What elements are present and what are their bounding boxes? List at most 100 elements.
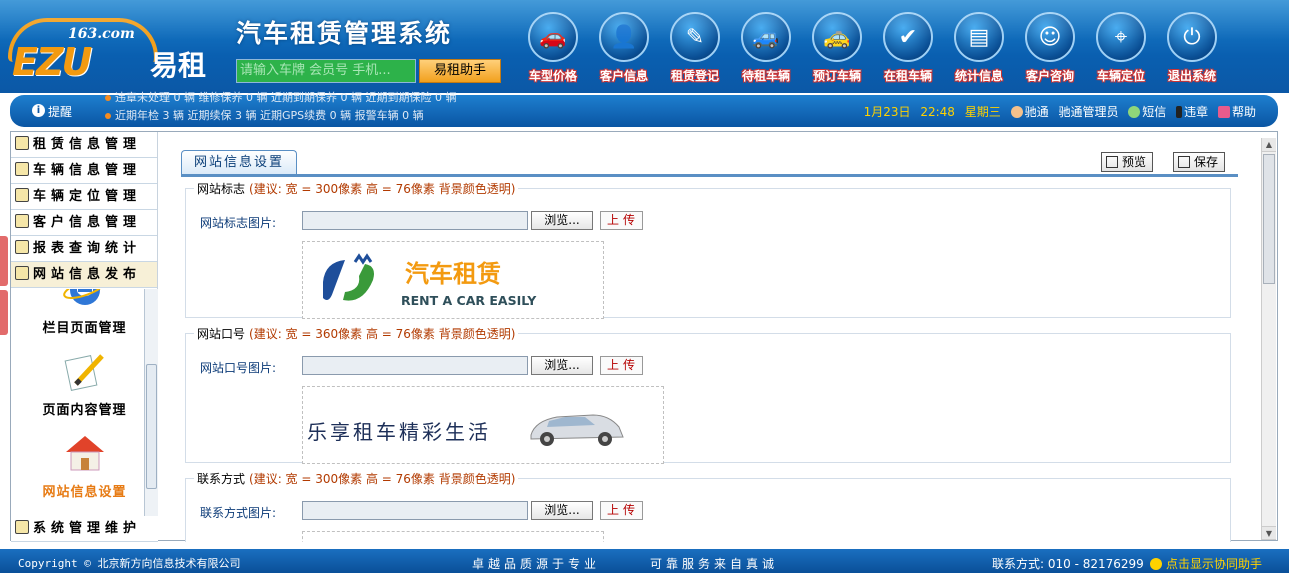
nav-label: 租赁登记 [670,69,719,83]
upload-button[interactable]: 上传 [600,356,643,375]
scrollbar-thumb[interactable] [146,364,157,489]
browse-button[interactable]: 浏览... [531,356,593,375]
folder-icon [15,240,29,254]
nav-car-price[interactable]: 🚗 车型价格 [520,12,586,87]
section-title: 网站口号 (建议: 宽 = 360像素 高 = 76像素 背景颜色透明) [197,327,516,341]
preview-button[interactable]: 预览 [1101,152,1154,172]
svg-text:RENT A CAR EASILY: RENT A CAR EASILY [401,293,537,308]
nav-label: 在租车辆 [883,69,932,83]
help-icon [1217,106,1230,118]
scrollbar-thumb[interactable] [1263,154,1275,284]
nav-consult[interactable]: ☺ 客户咨询 [1017,12,1083,87]
save-button[interactable]: 保存 [1173,152,1226,172]
section-title: 网站标志 (建议: 宽 = 300像素 高 = 76像素 背景颜色透明) [197,182,516,196]
sub-item-label: 网站信息设置 [42,485,127,500]
nav-label: 客户信息 [599,69,648,83]
weekday-label: 星期三 [964,105,1001,119]
slogan-image: 乐享租车精彩生活 [307,414,624,446]
nav-car-locate[interactable]: ⌖ 车辆定位 [1088,12,1154,87]
tab-underline [181,174,1238,177]
sidebar-item-website[interactable]: 网站信息发布 [11,262,157,288]
notice-line-2: 近期年检 3 辆 近期续保 3 辆 近期GPS续费 0 辆 报警车辆 0 辆 [115,109,424,122]
logo-brand: EZU [12,40,92,84]
status-area: 1月23日 22:48 星期三 驰通 驰通管理员 短信 违章 帮助 [858,103,1256,120]
nav-exit[interactable]: ⏻ 退出系统 [1159,12,1225,87]
edit-document-icon [64,354,104,391]
scroll-up-icon[interactable]: ▲ [1262,138,1276,152]
nav-car-rented[interactable]: ✔ 在租车辆 [875,12,941,87]
sidebar-item-rental[interactable]: 租赁信息管理 [11,132,157,158]
upload-button[interactable]: 上传 [600,211,643,230]
user-name: 驰通管理员 [1058,105,1119,119]
violation-link[interactable]: 违章 [1176,105,1208,119]
nav-label: 预订车辆 [812,69,861,83]
logo-domain: 163.com [68,26,135,42]
folder-icon [15,162,29,176]
sub-menu-panel: 栏目页面管理 页面内容管理 网站信息设置 [11,289,158,517]
slogan-preview: 乐享租车精彩生活 [302,386,664,464]
folder-icon [15,214,29,228]
consult-icon: ☺ [1025,12,1075,62]
nav-label: 客户咨询 [1025,69,1074,83]
nav-label: 车型价格 [528,69,577,83]
help-link[interactable]: 帮助 [1217,105,1256,119]
slogan-file-input[interactable] [302,356,528,375]
browse-button[interactable]: 浏览... [531,501,593,520]
upload-button[interactable]: 上传 [600,501,643,520]
side-collapse-tab[interactable] [0,236,8,286]
copyright: Copyright © 北京新方向信息技术有限公司 [18,557,241,570]
nav-label: 退出系统 [1167,69,1216,83]
search-input[interactable]: 请输入车牌 会员号 手机... [236,59,416,83]
side-collapse-tab[interactable] [0,290,8,335]
contact-file-input[interactable] [302,501,528,520]
sidebar-item-vehicle[interactable]: 车辆信息管理 [11,158,157,184]
nav-rental-register[interactable]: ✎ 租赁登记 [662,12,728,87]
tab-site-settings[interactable]: 网站信息设置 [181,150,298,175]
home-icon [65,436,104,471]
logo-file-input[interactable] [302,211,528,230]
rent-a-car-logo-image: 汽车租赁 RENT A CAR EASILY [323,253,537,308]
car-rented-icon: ✔ [883,12,933,62]
traffic-light-icon [1176,106,1183,118]
sub-item-page-content[interactable]: 页面内容管理 [11,347,158,429]
sidebar-item-customer[interactable]: 客户信息管理 [11,210,157,236]
main-content: 网站信息设置 预览 保存 网站标志 (建议: 宽 = 300像素 高 = 76像素… [181,150,1258,542]
svg-text:汽车租赁: 汽车租赁 [405,260,501,288]
rental-register-icon: ✎ [670,12,720,62]
bullet-icon [105,95,111,101]
notice-label: 提醒 [48,105,73,119]
contact-section: 联系方式 (建议: 宽 = 300像素 高 = 76像素 背景颜色透明) 联系方式… [185,470,1231,542]
bullet-icon [105,113,111,119]
field-label: 联系方式图片: [200,506,277,520]
footer-slogan-2: 可靠服务来自真诚 [650,557,779,571]
folder-icon [15,136,29,150]
folder-icon [15,188,29,202]
nav-customer-info[interactable]: 👤 客户信息 [591,12,657,87]
notice-marquee[interactable]: 违章未处理 0 辆 维修保养 0 辆 近期到期保养 0 辆 近期到期保险 0 辆… [105,89,605,125]
ezu-logo: 163.com EZU 易租 [8,14,218,84]
assistant-link[interactable]: 点击显示协同助手 [1150,555,1262,572]
main-scrollbar[interactable]: ▲ ▼ [1261,138,1276,540]
logo-preview: 汽车租赁 RENT A CAR EASILY [302,241,604,319]
sidebar: 租赁信息管理 车辆信息管理 车辆定位管理 客户信息管理 报表查询统计 网站信息发… [11,132,158,542]
workspace: 租赁信息管理 车辆信息管理 车辆定位管理 客户信息管理 报表查询统计 网站信息发… [10,131,1278,542]
svg-text:乐享租车精彩生活: 乐享租车精彩生活 [307,420,491,444]
nav-statistics[interactable]: ▤ 统计信息 [946,12,1012,87]
date-label: 1月23日 [863,105,911,119]
ie-icon [62,289,107,305]
helper-button[interactable]: 易租助手 [419,59,501,83]
sub-menu-scrollbar[interactable] [144,289,158,517]
browse-button[interactable]: 浏览... [531,211,593,230]
nav-car-waiting[interactable]: 🚙 待租车辆 [733,12,799,87]
header-banner: 163.com EZU 易租 汽车租赁管理系统 请输入车牌 会员号 手机... … [0,0,1289,93]
notice-bar: i 提醒 违章未处理 0 辆 维修保养 0 辆 近期到期保养 0 辆 近期到期保… [10,91,1278,127]
sidebar-item-locate[interactable]: 车辆定位管理 [11,184,157,210]
sub-item-site-settings[interactable]: 网站信息设置 [11,429,158,511]
sidebar-item-system[interactable]: 系统管理维护 [11,516,158,542]
scroll-down-icon[interactable]: ▼ [1262,526,1276,540]
sidebar-item-report[interactable]: 报表查询统计 [11,236,157,262]
sms-link[interactable]: 短信 [1128,105,1166,119]
sub-item-column-page[interactable]: 栏目页面管理 [11,289,158,347]
nav-car-booking[interactable]: 🚕 预订车辆 [804,12,870,87]
nav-label: 统计信息 [954,69,1003,83]
